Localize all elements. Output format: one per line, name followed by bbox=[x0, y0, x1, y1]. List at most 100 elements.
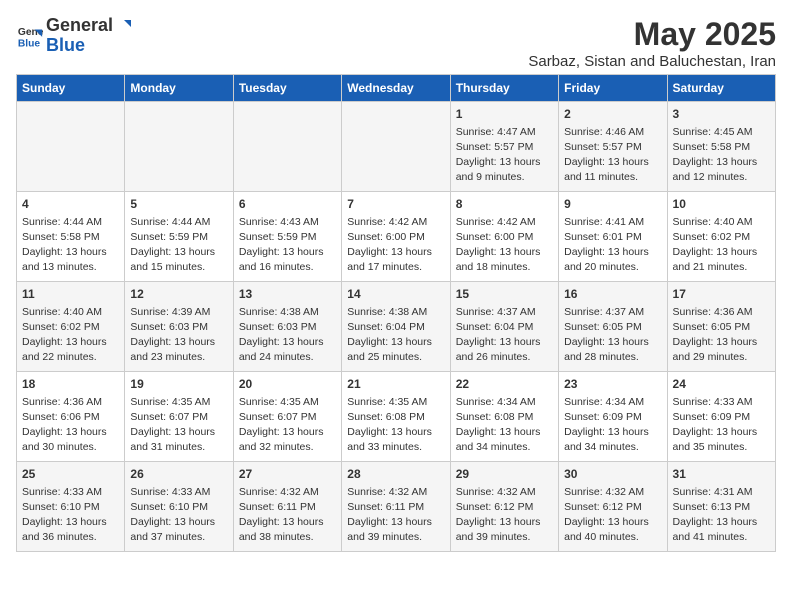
cell-line: Sunrise: 4:37 AM bbox=[456, 306, 536, 318]
cell-line: Sunset: 5:59 PM bbox=[239, 231, 317, 243]
cell-line: Sunrise: 4:32 AM bbox=[564, 486, 644, 498]
cell-line: Sunrise: 4:43 AM bbox=[239, 216, 319, 228]
day-number: 3 bbox=[673, 106, 770, 123]
cell-line: Daylight: 13 hours and 34 minutes. bbox=[456, 426, 541, 453]
cell-line: Sunrise: 4:33 AM bbox=[673, 396, 753, 408]
calendar-cell: 28 Sunrise: 4:32 AMSunset: 6:11 PMDayligh… bbox=[342, 462, 450, 552]
cell-line: Sunrise: 4:44 AM bbox=[22, 216, 102, 228]
cell-line: Sunrise: 4:36 AM bbox=[22, 396, 102, 408]
logo: General Blue General Blue bbox=[16, 16, 133, 56]
calendar-cell: 6 Sunrise: 4:43 AM Sunset: 5:59 PM Daylight… bbox=[233, 192, 341, 282]
main-title: May 2025 bbox=[528, 16, 776, 53]
cell-line: Sunrise: 4:38 AM bbox=[347, 306, 427, 318]
cell-content: Sunrise: 4:33 AMSunset: 6:10 PMDaylight:… bbox=[130, 485, 227, 546]
calendar-cell: 10Sunrise: 4:40 AMSunset: 6:02 PMDayligh… bbox=[667, 192, 775, 282]
header-day-tuesday: Tuesday bbox=[233, 75, 341, 102]
cell-line: Sunset: 6:04 PM bbox=[456, 321, 534, 333]
cell-line: Sunset: 6:00 PM bbox=[347, 231, 425, 243]
day-number: 22 bbox=[456, 376, 553, 393]
cell-content: Sunrise: 4:32 AMSunset: 6:12 PMDaylight:… bbox=[564, 485, 661, 546]
calendar-cell: 31Sunrise: 4:31 AMSunset: 6:13 PMDayligh… bbox=[667, 462, 775, 552]
calendar-cell: 5Sunrise: 4:44 AMSunset: 5:59 PMDaylight… bbox=[125, 192, 233, 282]
cell-line: Sunrise: 4:40 AM bbox=[22, 306, 102, 318]
day-number: 10 bbox=[673, 196, 770, 213]
cell-line: Daylight: 13 hours and 24 minutes. bbox=[239, 336, 324, 363]
calendar-cell: 9Sunrise: 4:41 AMSunset: 6:01 PMDaylight… bbox=[559, 192, 667, 282]
day-number: 16 bbox=[564, 286, 661, 303]
day-number: 14 bbox=[347, 286, 444, 303]
day-number: 7 bbox=[347, 196, 444, 213]
cell-line: Daylight: 13 hours and 16 minutes. bbox=[239, 246, 324, 273]
cell-line: Daylight: 13 hours and 30 minutes. bbox=[22, 426, 107, 453]
cell-content: Sunrise: 4:40 AMSunset: 6:02 PMDaylight:… bbox=[22, 305, 119, 366]
cell-line: Sunrise: 4:44 AM bbox=[130, 216, 210, 228]
header-day-wednesday: Wednesday bbox=[342, 75, 450, 102]
cell-line: Sunset: 6:08 PM bbox=[347, 411, 425, 423]
week-row-5: 25Sunrise: 4:33 AMSunset: 6:10 PMDayligh… bbox=[17, 462, 776, 552]
cell-line: Sunset: 6:09 PM bbox=[564, 411, 642, 423]
calendar-cell: 4Sunrise: 4:44 AMSunset: 5:58 PMDaylight… bbox=[17, 192, 125, 282]
cell-line: Daylight: 13 hours and 15 minutes. bbox=[130, 246, 215, 273]
cell-line: Sunset: 6:12 PM bbox=[456, 501, 534, 513]
cell-content: Sunrise: 4:43 AM Sunset: 5:59 PM Daylight:… bbox=[239, 215, 336, 276]
calendar-cell bbox=[125, 102, 233, 192]
calendar-cell: 15Sunrise: 4:37 AMSunset: 6:04 PMDayligh… bbox=[450, 282, 558, 372]
calendar-cell: 12Sunrise: 4:39 AMSunset: 6:03 PMDayligh… bbox=[125, 282, 233, 372]
cell-content: Sunrise: 4:32 AMSunset: 6:11 PMDaylight:… bbox=[239, 485, 336, 546]
cell-line: Daylight: 13 hours and 9 minutes. bbox=[456, 156, 541, 183]
cell-content: Sunrise: 4:32 AMSunset: 6:12 PMDaylight:… bbox=[456, 485, 553, 546]
cell-line: Sunset: 6:09 PM bbox=[673, 411, 751, 423]
calendar-cell bbox=[17, 102, 125, 192]
cell-line: Sunrise: 4:38 AM bbox=[239, 306, 319, 318]
day-number: 6 bbox=[239, 196, 336, 213]
day-number: 30 bbox=[564, 466, 661, 483]
day-number: 19 bbox=[130, 376, 227, 393]
cell-content: Sunrise: 4:45 AMSunset: 5:58 PMDaylight:… bbox=[673, 125, 770, 186]
cell-line: Sunset: 6:08 PM bbox=[456, 411, 534, 423]
cell-line: Daylight: 13 hours and 31 minutes. bbox=[130, 426, 215, 453]
cell-line: Sunrise: 4:32 AM bbox=[239, 486, 319, 498]
svg-text:Blue: Blue bbox=[18, 38, 41, 49]
cell-line: Sunrise: 4:40 AM bbox=[673, 216, 753, 228]
calendar-cell: 30 Sunrise: 4:32 AMSunset: 6:12 PMDayligh… bbox=[559, 462, 667, 552]
day-number: 28 bbox=[347, 466, 444, 483]
day-number: 27 bbox=[239, 466, 336, 483]
cell-line: Daylight: 13 hours and 41 minutes. bbox=[673, 516, 758, 543]
cell-line: Sunrise: 4:42 AM bbox=[456, 216, 536, 228]
cell-content: Sunrise: 4:33 AMSunset: 6:10 PMDaylight:… bbox=[22, 485, 119, 546]
calendar-cell: 7 Sunrise: 4:42 AMSunset: 6:00 PMDaylight… bbox=[342, 192, 450, 282]
day-number: 13 bbox=[239, 286, 336, 303]
cell-line: Sunset: 6:04 PM bbox=[347, 321, 425, 333]
cell-content: Sunrise: 4:47 AMSunset: 5:57 PMDaylight:… bbox=[456, 125, 553, 186]
cell-line: Sunset: 6:11 PM bbox=[347, 501, 424, 513]
calendar-cell: 29 Sunrise: 4:32 AMSunset: 6:12 PMDayligh… bbox=[450, 462, 558, 552]
cell-line: Daylight: 13 hours and 39 minutes. bbox=[456, 516, 541, 543]
cell-content: Sunrise: 4:42 AMSunset: 6:00 PMDaylight:… bbox=[347, 215, 444, 276]
cell-line: Daylight: 13 hours and 37 minutes. bbox=[130, 516, 215, 543]
header-day-sunday: Sunday bbox=[17, 75, 125, 102]
cell-line: Daylight: 13 hours and 22 minutes. bbox=[22, 336, 107, 363]
week-row-1: 1Sunrise: 4:47 AMSunset: 5:57 PMDaylight… bbox=[17, 102, 776, 192]
week-row-3: 11Sunrise: 4:40 AMSunset: 6:02 PMDayligh… bbox=[17, 282, 776, 372]
cell-line: Daylight: 13 hours and 20 minutes. bbox=[564, 246, 649, 273]
week-row-2: 4Sunrise: 4:44 AMSunset: 5:58 PMDaylight… bbox=[17, 192, 776, 282]
cell-line: Sunrise: 4:47 AM bbox=[456, 126, 536, 138]
cell-line: Sunrise: 4:34 AM bbox=[456, 396, 536, 408]
cell-line: Sunrise: 4:35 AM bbox=[239, 396, 319, 408]
page-header: General Blue General Blue May 2025 Sarba… bbox=[16, 16, 776, 70]
calendar-cell: 20Sunrise: 4:35 AMSunset: 6:07 PMDayligh… bbox=[233, 372, 341, 462]
cell-line: Daylight: 13 hours and 23 minutes. bbox=[130, 336, 215, 363]
cell-line: Sunrise: 4:33 AM bbox=[22, 486, 102, 498]
cell-line: Daylight: 13 hours and 39 minutes. bbox=[347, 516, 432, 543]
cell-line: Daylight: 13 hours and 13 minutes. bbox=[22, 246, 107, 273]
cell-line: Daylight: 13 hours and 28 minutes. bbox=[564, 336, 649, 363]
calendar-cell: 13 Sunrise: 4:38 AMSunset: 6:03 PMDayligh… bbox=[233, 282, 341, 372]
day-number: 29 bbox=[456, 466, 553, 483]
cell-line: Sunset: 6:05 PM bbox=[564, 321, 642, 333]
header-day-monday: Monday bbox=[125, 75, 233, 102]
cell-content: Sunrise: 4:32 AMSunset: 6:11 PMDaylight:… bbox=[347, 485, 444, 546]
cell-content: Sunrise: 4:38 AMSunset: 6:03 PMDaylight:… bbox=[239, 305, 336, 366]
cell-line: Daylight: 13 hours and 11 minutes. bbox=[564, 156, 649, 183]
day-number: 21 bbox=[347, 376, 444, 393]
logo-text-blue: Blue bbox=[46, 36, 133, 56]
